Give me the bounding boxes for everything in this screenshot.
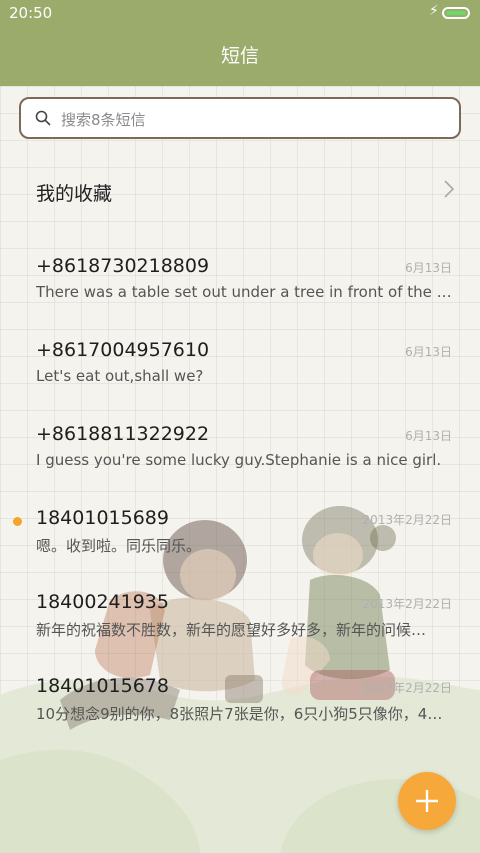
chevron-right-icon	[444, 180, 455, 198]
message-date: 2013年2月22日	[362, 681, 452, 695]
message-sender: 18401015689	[36, 507, 169, 529]
search-input[interactable]: 搜索8条短信	[19, 97, 461, 139]
message-date: 6月13日	[405, 429, 452, 443]
message-sender: +8618730218809	[36, 255, 210, 277]
search-icon	[35, 110, 51, 126]
message-date: 6月13日	[405, 345, 452, 359]
list-item[interactable]: 18400241935 2013年2月22日 新年的祝福数不胜数，新年的愿望好多…	[0, 591, 480, 675]
status-time: 20:50	[9, 4, 53, 22]
message-preview: I guess you're some lucky guy.Stephanie …	[36, 451, 442, 469]
list-item[interactable]: 18401015678 2013年2月22日 10分想念9别的你，8张照片7张是…	[0, 675, 480, 759]
message-date: 6月13日	[405, 261, 452, 275]
message-sender: 18400241935	[36, 591, 169, 613]
message-preview: There was a table set out under a tree i…	[36, 283, 454, 301]
page-title: 短信	[220, 45, 259, 67]
battery-icon	[442, 7, 470, 19]
favorites-label: 我的收藏	[36, 183, 113, 205]
favorites-entry[interactable]: 我的收藏	[0, 162, 480, 222]
plus-icon	[416, 790, 438, 812]
message-date: 2013年2月22日	[362, 597, 452, 611]
list-item[interactable]: +8618811322922 6月13日 I guess you're some…	[0, 423, 480, 507]
status-bar: 20:50 ⚡	[0, 0, 480, 26]
app-header: 短信	[0, 26, 480, 86]
new-message-button[interactable]	[398, 772, 456, 830]
search-placeholder: 搜索8条短信	[61, 111, 146, 129]
list-item[interactable]: +8617004957610 6月13日 Let's eat out,shall…	[0, 339, 480, 423]
list-item[interactable]: 18401015689 2013年2月22日 嗯。收到啦。同乐同乐。	[0, 507, 480, 591]
message-preview: Let's eat out,shall we?	[36, 367, 204, 385]
message-preview: 新年的祝福数不胜数，新年的愿望好多好多，新年的问候…	[36, 621, 427, 639]
message-preview: 嗯。收到啦。同乐同乐。	[36, 537, 202, 555]
message-sender: +8618811322922	[36, 423, 210, 445]
charging-icon: ⚡	[429, 3, 439, 19]
unread-dot	[13, 517, 22, 526]
list-item[interactable]: +8618730218809 6月13日 There was a table s…	[0, 255, 480, 339]
message-sender: +8617004957610	[36, 339, 210, 361]
message-sender: 18401015678	[36, 675, 169, 697]
message-preview: 10分想念9别的你，8张照片7张是你，6只小狗5只像你，4…	[36, 705, 443, 723]
message-date: 2013年2月22日	[362, 513, 452, 527]
